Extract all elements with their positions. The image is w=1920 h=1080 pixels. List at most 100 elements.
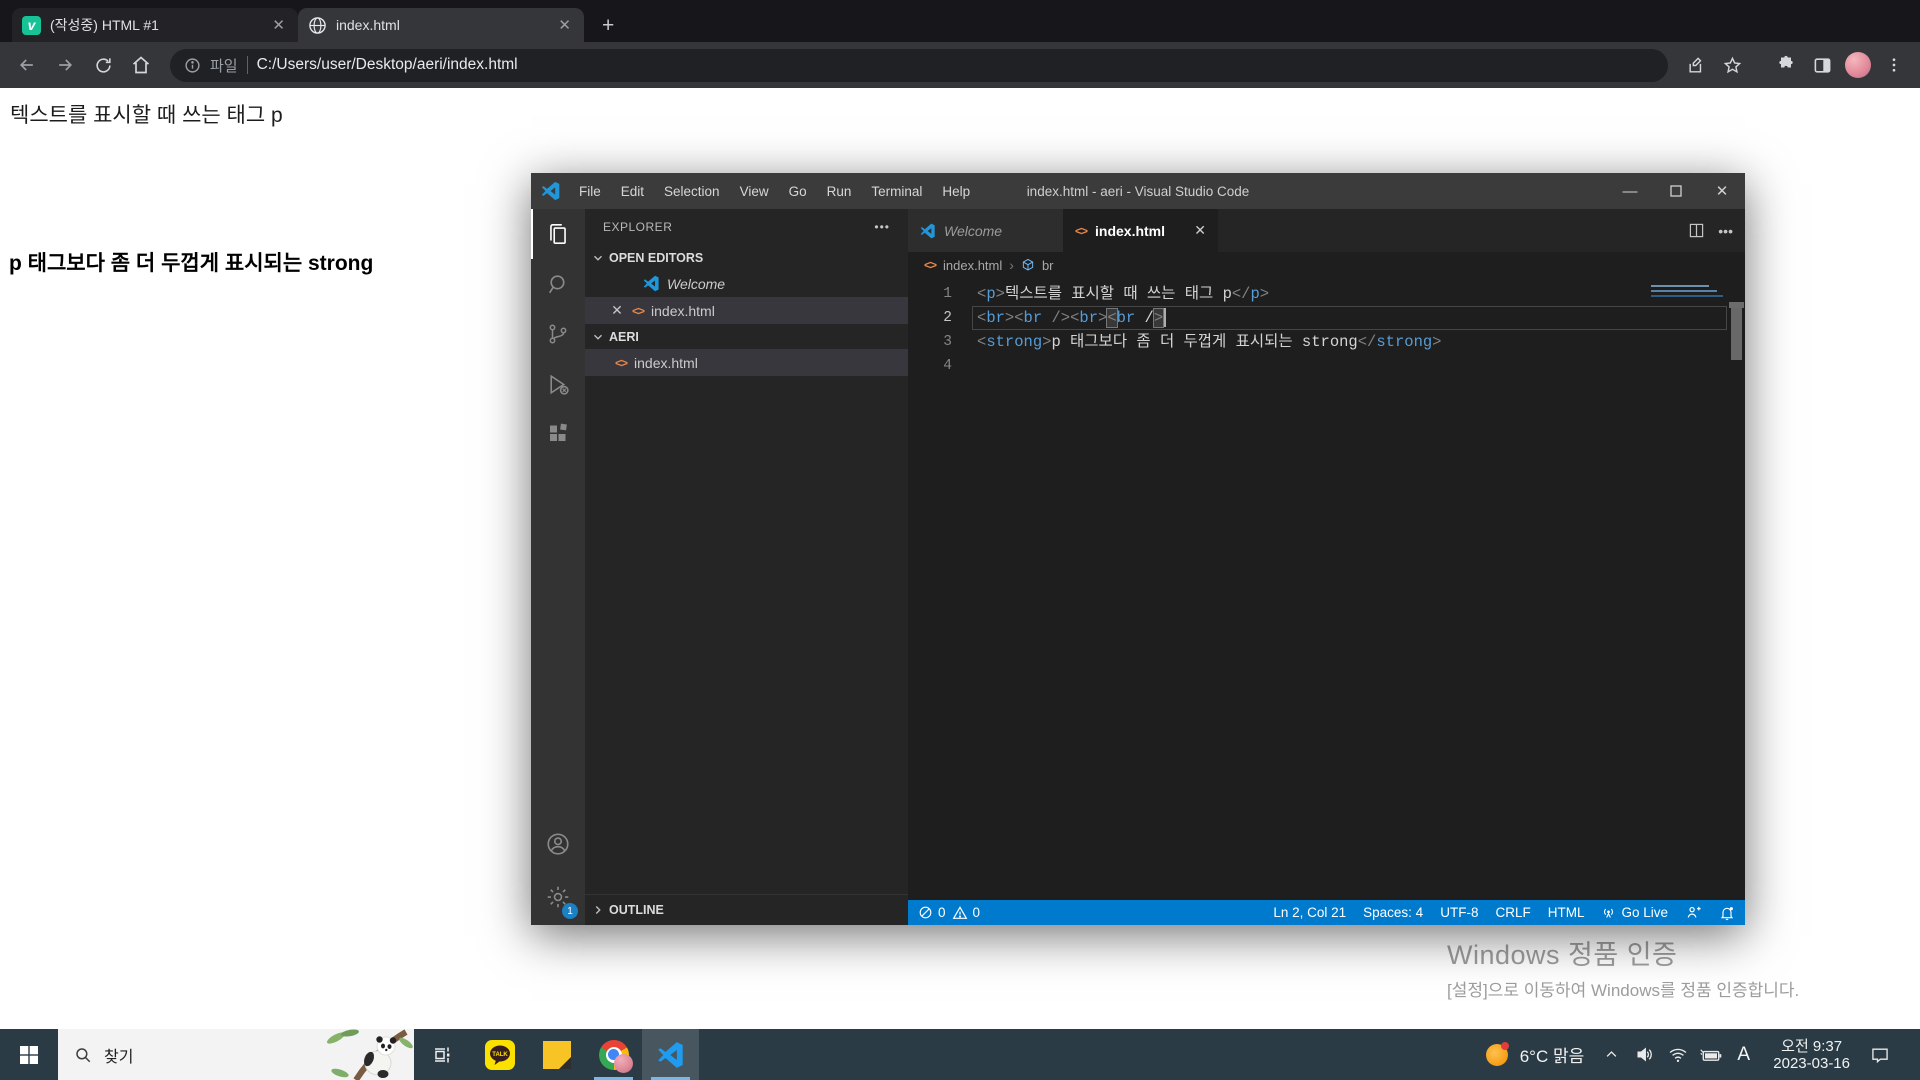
run-debug-icon[interactable]: [531, 359, 585, 409]
file-indexhtml[interactable]: <> index.html: [585, 349, 908, 376]
code-line-4[interactable]: 4: [908, 354, 1745, 378]
settings-gear-icon[interactable]: 1: [531, 869, 585, 925]
kakaotalk-button[interactable]: TALK: [471, 1029, 528, 1080]
editor-tab-welcome[interactable]: Welcome: [908, 209, 1063, 252]
browser-tab-velog[interactable]: v (작성중) HTML #1 ✕: [12, 8, 298, 42]
page-paragraph-text: 텍스트를 표시할 때 쓰는 태그 p: [10, 104, 283, 127]
errors-indicator[interactable]: 0: [918, 905, 946, 920]
task-view-button[interactable]: [414, 1029, 471, 1080]
search-highlight-panda-image[interactable]: [326, 1029, 414, 1080]
source-control-icon[interactable]: [531, 309, 585, 359]
indentation[interactable]: Spaces: 4: [1363, 905, 1423, 920]
home-icon[interactable]: [124, 48, 158, 82]
editor-tab-indexhtml[interactable]: <> index.html ✕: [1063, 209, 1218, 252]
feedback-icon[interactable]: [1685, 904, 1702, 921]
chrome-profile-avatar: [613, 1053, 633, 1073]
side-panel-icon[interactable]: [1806, 49, 1838, 81]
forward-icon[interactable]: [48, 48, 82, 82]
address-bar[interactable]: 파일 C:/Users/user/Desktop/aeri/index.html: [170, 48, 1668, 82]
tab-close-icon[interactable]: ✕: [555, 16, 574, 34]
menu-selection[interactable]: Selection: [654, 184, 730, 199]
browser-tab-indexhtml[interactable]: index.html ✕: [298, 8, 584, 42]
encoding[interactable]: UTF-8: [1440, 905, 1478, 920]
browser-menu-kebab-icon[interactable]: [1878, 49, 1910, 81]
extensions-puzzle-icon[interactable]: [1770, 49, 1802, 81]
menu-terminal[interactable]: Terminal: [861, 184, 932, 199]
vscode-titlebar[interactable]: File Edit Selection View Go Run Terminal…: [531, 173, 1745, 209]
ime-indicator[interactable]: A: [1730, 1044, 1757, 1066]
wifi-icon[interactable]: [1664, 1045, 1691, 1065]
maximize-icon[interactable]: [1653, 173, 1699, 209]
editor-area: Welcome <> index.html ✕ ••• <> index.htm…: [908, 209, 1745, 925]
menu-view[interactable]: View: [730, 184, 779, 199]
close-icon[interactable]: ✕: [1699, 173, 1745, 209]
profile-avatar[interactable]: [1842, 49, 1874, 81]
vscode-taskbar-button[interactable]: [642, 1029, 699, 1080]
open-editor-indexhtml[interactable]: ✕ <> index.html: [585, 297, 908, 324]
page-strong-text: p 태그보다 좀 더 두껍게 표시되는 strong: [9, 252, 374, 275]
menu-edit[interactable]: Edit: [611, 184, 654, 199]
close-editor-icon[interactable]: ✕: [609, 302, 625, 319]
editor-scrollbar[interactable]: [1731, 308, 1742, 360]
action-center-icon[interactable]: [1866, 1045, 1893, 1065]
menu-run[interactable]: Run: [817, 184, 862, 199]
kakaotalk-icon: TALK: [484, 1039, 515, 1070]
eol-sequence[interactable]: CRLF: [1495, 905, 1530, 920]
explorer-more-actions-icon[interactable]: •••: [874, 220, 890, 234]
breadcrumb-symbol[interactable]: br: [1042, 258, 1054, 273]
weather-sun-icon[interactable]: [1485, 1041, 1509, 1066]
weather-text[interactable]: 6°C 맑음: [1520, 1042, 1585, 1067]
taskbar-clock[interactable]: 오전 9:37 2023-03-16: [1773, 1038, 1850, 1072]
browser-toolbar: 파일 C:/Users/user/Desktop/aeri/index.html: [0, 42, 1920, 88]
go-live-button[interactable]: Go Live: [1601, 905, 1668, 920]
extensions-icon[interactable]: [531, 409, 585, 459]
breadcrumb: <> index.html › br: [908, 252, 1745, 278]
code-editor[interactable]: 1 <p>텍스트를 표시할 때 쓰는 태그 p</p> 2 <br><br /><b…: [908, 278, 1745, 900]
reload-icon[interactable]: [86, 48, 120, 82]
notifications-bell-icon[interactable]: [1719, 905, 1735, 921]
chrome-button[interactable]: [585, 1029, 642, 1080]
menu-file[interactable]: File: [569, 184, 611, 199]
back-icon[interactable]: [10, 48, 44, 82]
share-icon[interactable]: [1680, 49, 1712, 81]
menu-help[interactable]: Help: [932, 184, 980, 199]
new-tab-button[interactable]: +: [596, 14, 620, 42]
editor-more-actions-icon[interactable]: •••: [1718, 223, 1733, 239]
taskbar-search-box[interactable]: 찾기: [58, 1029, 414, 1080]
tab-close-icon[interactable]: ✕: [269, 16, 288, 34]
explorer-icon[interactable]: [531, 209, 585, 259]
explorer-header: EXPLORER •••: [603, 220, 890, 234]
text-cursor: [1164, 308, 1167, 328]
vscode-file-icon: [643, 275, 659, 292]
browser-tab-strip: v (작성중) HTML #1 ✕ index.html ✕ +: [0, 0, 1920, 42]
outline-section[interactable]: OUTLINE: [585, 894, 908, 925]
address-url[interactable]: C:/Users/user/Desktop/aeri/index.html: [257, 56, 518, 74]
minimap[interactable]: [1651, 285, 1723, 300]
breadcrumb-file[interactable]: index.html: [943, 258, 1002, 273]
close-tab-icon[interactable]: ✕: [1194, 222, 1206, 239]
open-editors-section[interactable]: OPEN EDITORS: [585, 245, 908, 270]
cursor-position[interactable]: Ln 2, Col 21: [1273, 905, 1346, 920]
battery-icon[interactable]: [1697, 1045, 1724, 1065]
sticky-notes-button[interactable]: [528, 1029, 585, 1080]
start-button[interactable]: [0, 1029, 58, 1080]
warnings-indicator[interactable]: 0: [952, 905, 980, 921]
info-icon[interactable]: [184, 57, 201, 74]
warning-icon: [952, 905, 967, 919]
bookmark-star-icon[interactable]: [1716, 49, 1748, 81]
code-line-2[interactable]: 2 <br><br /><br><br />: [908, 306, 1745, 330]
account-icon[interactable]: [531, 819, 585, 869]
split-editor-icon[interactable]: [1689, 223, 1704, 238]
sticky-notes-icon: [542, 1040, 571, 1069]
code-line-3[interactable]: 3 <strong>p 태그보다 좀 더 두껍게 표시되는 strong</str…: [908, 330, 1745, 354]
hidden-icons-chevron-icon[interactable]: [1598, 1047, 1625, 1062]
vscode-window: File Edit Selection View Go Run Terminal…: [531, 173, 1745, 925]
folder-section-aeri[interactable]: AERI: [585, 324, 908, 349]
volume-icon[interactable]: [1631, 1045, 1658, 1064]
minimize-icon[interactable]: —: [1607, 173, 1653, 209]
open-editor-welcome[interactable]: Welcome: [585, 270, 908, 297]
search-icon[interactable]: [531, 259, 585, 309]
code-line-1[interactable]: 1 <p>텍스트를 표시할 때 쓰는 태그 p</p>: [908, 282, 1745, 306]
menu-go[interactable]: Go: [779, 184, 817, 199]
language-mode[interactable]: HTML: [1548, 905, 1585, 920]
